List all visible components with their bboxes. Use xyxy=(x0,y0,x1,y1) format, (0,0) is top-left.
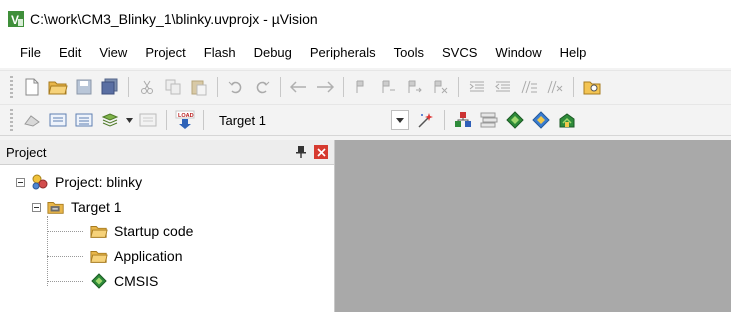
svg-text:LOAD: LOAD xyxy=(178,113,194,119)
toolbar-separator xyxy=(280,76,281,97)
group-label: Application xyxy=(114,248,183,264)
file-toolbar xyxy=(0,70,731,102)
target-folder-icon xyxy=(47,199,65,215)
project-panel-title: Project xyxy=(6,144,47,160)
uvision-logo-icon: V xyxy=(8,11,24,27)
toolbar-separator xyxy=(458,76,459,97)
paste-icon[interactable] xyxy=(188,76,210,98)
redo-icon[interactable] xyxy=(251,76,273,98)
download-icon[interactable]: LOAD xyxy=(174,109,196,131)
options-for-target-icon[interactable] xyxy=(415,109,437,131)
menu-file[interactable]: File xyxy=(0,38,50,68)
tree-connector xyxy=(47,216,48,286)
run-time-environment-icon[interactable] xyxy=(556,109,578,131)
project-panel-header: Project xyxy=(0,140,334,165)
new-file-icon[interactable] xyxy=(21,76,43,98)
menu-window[interactable]: Window xyxy=(486,38,550,68)
select-packs-icon[interactable] xyxy=(504,109,526,131)
collapse-toggle[interactable] xyxy=(32,202,41,212)
tree-connector xyxy=(47,231,83,232)
title-bar: V C:\work\CM3_Blinky_1\blinky.uvprojx - … xyxy=(0,0,731,38)
manage-project-items-icon[interactable] xyxy=(452,109,474,131)
batch-build-icon[interactable] xyxy=(99,109,121,131)
unindent-icon[interactable] xyxy=(492,76,514,98)
project-icon xyxy=(31,174,49,190)
undo-icon[interactable] xyxy=(225,76,247,98)
editor-area[interactable] xyxy=(335,140,731,312)
target-label: Target 1 xyxy=(71,199,122,215)
tree-node-target[interactable]: Target 1 xyxy=(32,196,122,218)
build-toolbar: LOAD Target 1 xyxy=(0,104,731,136)
toolbar-grip[interactable] xyxy=(10,75,13,98)
clear-bookmarks-icon[interactable] xyxy=(429,76,451,98)
tree-node-group[interactable]: Application xyxy=(90,245,183,267)
folder-icon xyxy=(90,223,108,239)
menu-view[interactable]: View xyxy=(90,38,136,68)
build-icon[interactable] xyxy=(47,109,69,131)
comment-selection-icon[interactable] xyxy=(518,76,540,98)
toolbar-separator xyxy=(203,110,204,130)
previous-bookmark-icon[interactable] xyxy=(377,76,399,98)
window-title: C:\work\CM3_Blinky_1\blinky.uvprojx - µV… xyxy=(30,11,318,27)
cmsis-component-icon xyxy=(90,273,108,289)
menu-project[interactable]: Project xyxy=(136,38,194,68)
svg-text:V: V xyxy=(11,13,19,27)
rebuild-icon[interactable] xyxy=(73,109,95,131)
navigate-back-icon[interactable] xyxy=(288,76,310,98)
uncomment-selection-icon[interactable] xyxy=(544,76,566,98)
target-select[interactable]: Target 1 xyxy=(213,109,389,131)
menu-bar: File Edit View Project Flash Debug Perip… xyxy=(0,38,731,68)
project-panel: Project Project: blinky Target 1 Startup… xyxy=(0,140,335,312)
toolbar-separator xyxy=(573,76,574,97)
menu-svcs[interactable]: SVCS xyxy=(433,38,486,68)
tree-connector xyxy=(47,281,83,282)
tree-node-project[interactable]: Project: blinky xyxy=(16,171,142,193)
target-select-dropdown-icon[interactable] xyxy=(391,110,409,130)
save-all-icon[interactable] xyxy=(99,76,121,98)
group-label: Startup code xyxy=(114,223,194,239)
bookmark-icon[interactable] xyxy=(351,76,373,98)
toolbar-separator xyxy=(217,76,218,97)
collapse-toggle[interactable] xyxy=(16,177,25,187)
tree-connector xyxy=(47,256,83,257)
group-label: CMSIS xyxy=(114,273,159,289)
menu-peripherals[interactable]: Peripherals xyxy=(301,38,385,68)
tree-node-group[interactable]: CMSIS xyxy=(90,270,158,292)
menu-edit[interactable]: Edit xyxy=(50,38,90,68)
project-root-label: Project: blinky xyxy=(55,174,143,190)
menu-tools[interactable]: Tools xyxy=(385,38,433,68)
next-bookmark-icon[interactable] xyxy=(403,76,425,98)
toolbar-separator xyxy=(166,110,167,130)
folder-icon xyxy=(90,248,108,264)
translate-icon[interactable] xyxy=(21,109,43,131)
indent-icon[interactable] xyxy=(466,76,488,98)
batch-build-dropdown-icon[interactable] xyxy=(125,109,133,131)
toolbar-separator xyxy=(128,76,129,97)
stop-build-icon[interactable] xyxy=(137,109,159,131)
pack-installer-icon[interactable] xyxy=(530,109,552,131)
navigate-forward-icon[interactable] xyxy=(314,76,336,98)
copy-icon[interactable] xyxy=(162,76,184,98)
open-folder-icon[interactable] xyxy=(47,76,69,98)
toolbar-grip[interactable] xyxy=(10,109,13,131)
menu-flash[interactable]: Flash xyxy=(195,38,245,68)
file-extensions-icon[interactable] xyxy=(478,109,500,131)
toolbar-separator xyxy=(444,110,445,130)
pin-icon[interactable] xyxy=(294,145,308,159)
close-icon[interactable] xyxy=(314,145,328,159)
menu-debug[interactable]: Debug xyxy=(245,38,301,68)
find-in-files-icon[interactable] xyxy=(581,76,603,98)
menu-help[interactable]: Help xyxy=(551,38,596,68)
save-icon[interactable] xyxy=(73,76,95,98)
cut-icon[interactable] xyxy=(136,76,158,98)
toolbar-separator xyxy=(343,76,344,97)
tree-node-group[interactable]: Startup code xyxy=(90,220,193,242)
